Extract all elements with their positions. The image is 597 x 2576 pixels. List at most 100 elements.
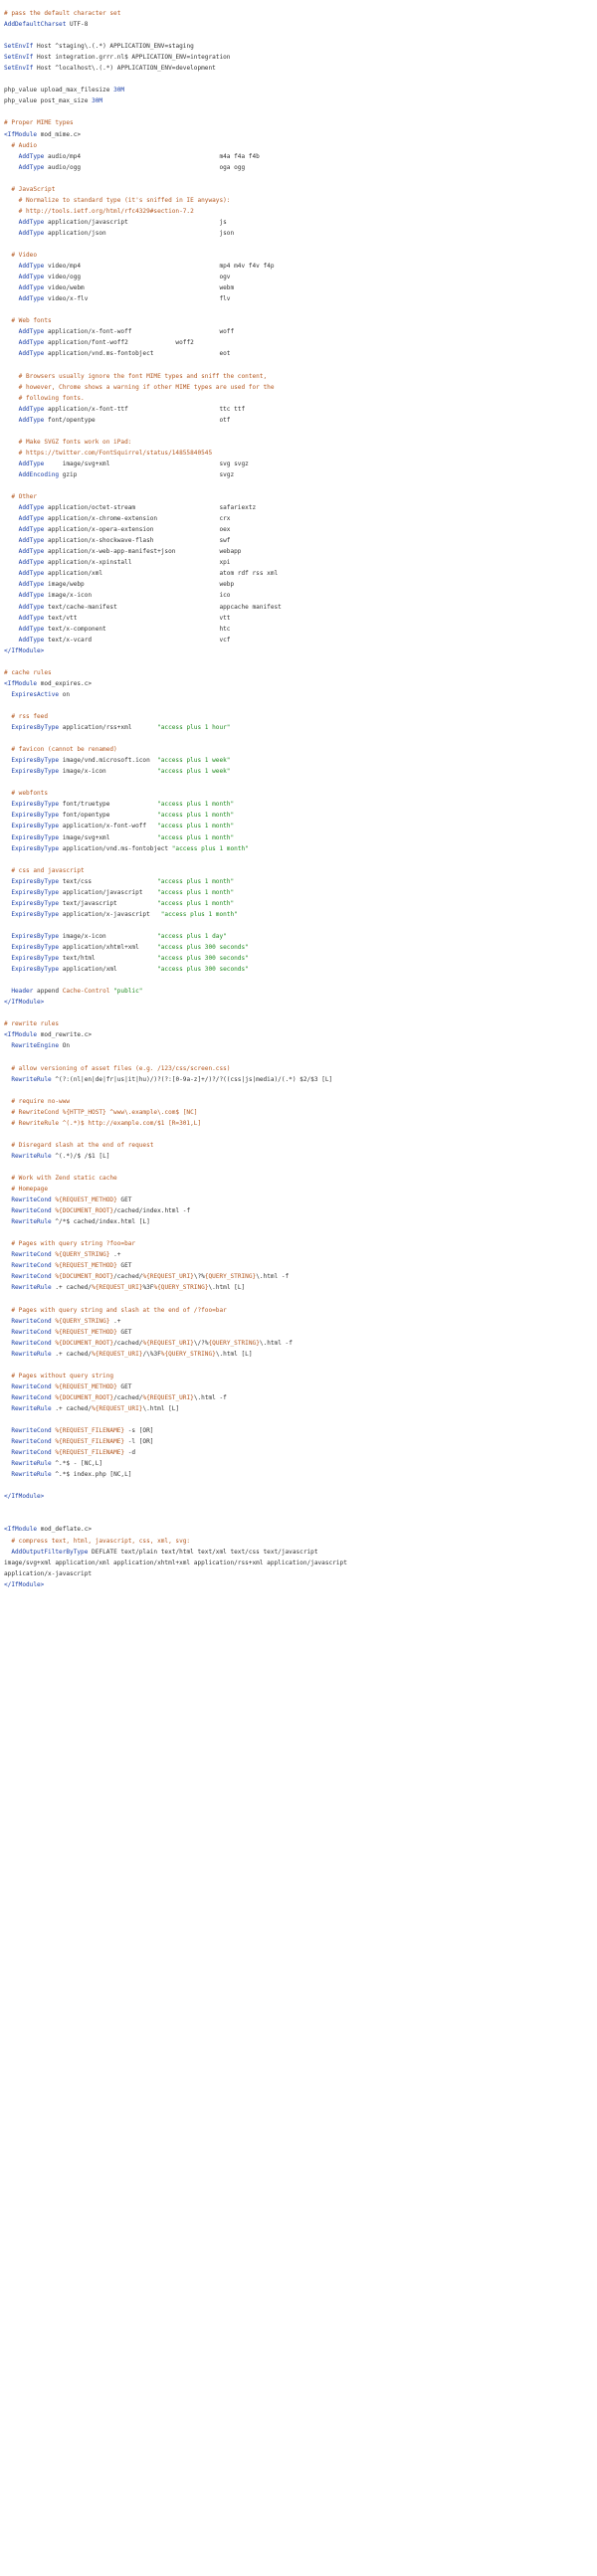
code-line: AddType text/x-component htc [4,624,597,635]
code-comment: # Homepage [4,1186,49,1194]
code-text: /cached/ [113,1339,143,1347]
code-line: AddType application/octet-stream safarie… [4,502,597,513]
code-string: "access plus 300 seconds" [157,955,249,963]
code-comment: # rss feed [4,713,49,720]
code-line: AddType application/x-opera-extension oe… [4,524,597,535]
code-line: php_value post_max_size 30M [4,95,597,106]
code-text: ^.*$ index.php [NC,L] [51,1471,132,1479]
code-keyword: AddType [4,570,45,578]
code-text: image/webp webp [44,581,235,589]
code-string: "access plus 1 month" [157,801,235,809]
code-keyword: 30M [113,87,125,94]
code-keyword: ExpiresByType [4,823,60,830]
code-text: application/x-xpinstall xpi [44,559,231,567]
code-line: RewriteCond %{DOCUMENT_ROOT}/cached/%{RE… [4,1392,597,1403]
code-text: .+ [109,1251,121,1259]
code-line: RewriteRule ^(?:(nl|en|de|fr|us|it|hu)/)… [4,1074,597,1085]
code-comment: # https://twitter.com/FontSquirrel/statu… [4,449,213,457]
code-text: GET [116,1328,132,1336]
code-line: RewriteCond %{DOCUMENT_ROOT}/cached/%{RE… [4,1338,597,1349]
code-text: application/javascript [59,888,158,896]
code-text: image/x-icon [59,932,158,940]
code-text: /cached/ [113,1393,143,1401]
code-text: On [59,1042,71,1050]
code-line: AddType video/mp4 mp4 m4v f4v f4p [4,261,597,272]
code-comment: %{REQUEST_URI} [92,1404,143,1412]
code-line: ExpiresByType font/opentype "access plus… [4,810,597,821]
code-line: ExpiresByType image/x-icon "access plus … [4,931,597,942]
code-text: \/?% [193,1339,209,1347]
code-line: # Other [4,491,597,502]
code-text: video/ogg ogv [44,274,231,281]
code-comment: # Pages with query string and slash at t… [4,1306,227,1314]
code-line: </IfModule> [4,1579,597,1590]
code-line: # Pages with query string and slash at t… [4,1305,597,1316]
code-line: # favicon (cannot be renamed) [4,744,597,755]
code-text: ^.*$ - [NC,L] [51,1460,103,1468]
code-keyword: AddType [4,603,45,611]
code-text: text/javascript [59,899,158,907]
code-string: "access plus 1 month" [157,823,235,830]
code-line: # Make SVGZ fonts work on iPad: [4,437,597,448]
code-comment: # css and javascript [4,866,85,874]
code-line: # however, Chrome shows a warning if oth… [4,382,597,393]
code-line: AddType application/font-woff2 woff2 [4,337,597,348]
code-text: .+ [109,1317,121,1325]
code-keyword: ExpiresByType [4,801,60,809]
code-text: image/vnd.microsoft.icon [59,757,158,765]
code-keyword: AddType [4,592,45,600]
code-text: /\%3F [142,1350,161,1358]
code-view: # pass the default character set AddDefau… [0,0,597,2576]
code-comment: %{REQUEST_METHOD} [55,1196,117,1204]
code-keyword: RewriteCond [4,1273,52,1281]
code-comment: %{REQUEST_METHOD} [55,1382,117,1390]
code-text: GET [116,1196,132,1204]
code-comment: %{REQUEST_FILENAME} [55,1427,125,1435]
code-line: AddType image/x-icon ico [4,590,597,601]
code-line: ExpiresByType application/rss+xml "acces… [4,722,597,733]
code-line: RewriteCond %{DOCUMENT_ROOT}/cached/inde… [4,1205,597,1216]
code-string: "access plus 1 hour" [157,724,231,732]
code-keyword: AddType [4,284,45,292]
code-line: AddOutputFilterByType DEFLATE text/plain… [4,1547,597,1558]
code-comment: %{QUERY_STRING} [160,1350,216,1358]
code-comment: # cache rules [4,668,52,676]
code-line: # Normalize to standard type (it's sniff… [4,195,597,206]
code-keyword: AddType [4,328,45,336]
code-keyword: </IfModule> [4,1580,45,1588]
code-text: application/font-woff2 woff2 [44,339,194,347]
code-comment: # rewrite rules [4,1020,60,1028]
code-text: mod_deflate.c> [37,1526,93,1534]
code-keyword: AddType [4,581,45,589]
code-line: # rss feed [4,711,597,722]
code-keyword: RewriteCond [4,1427,52,1435]
code-keyword: RewriteRule [4,1218,52,1226]
code-line: RewriteRule ^/*$ cached/index.html [L] [4,1216,597,1227]
code-keyword: RewriteRule [4,1075,52,1083]
code-text: text/cache-manifest appcache manifest [44,603,282,611]
code-comment: # Make SVGZ fonts work on iPad: [4,438,132,446]
code-keyword: ExpiresByType [4,932,60,940]
code-comment: Cache-Control [62,988,110,996]
code-text: application/x-font-ttf ttc ttf [44,405,246,413]
code-comment: %{REQUEST_FILENAME} [55,1449,125,1457]
code-text: \.html [L] [208,1284,246,1292]
code-line: RewriteCond %{REQUEST_FILENAME} -l [OR] [4,1436,597,1447]
code-text: ^(?:(nl|en|de|fr|us|it|hu)/)?(?:[0-9a-z]… [51,1075,333,1083]
code-text: text/x-component htc [44,625,231,633]
code-string: "access plus 300 seconds" [157,966,249,974]
code-text: php_value upload_max_filesize [4,87,114,94]
code-line: AddType font/opentype otf [4,415,597,426]
code-comment: # allow versioning of asset files (e.g. … [4,1064,231,1072]
code-comment: # compress text, html, javascript, css, … [4,1537,191,1545]
code-keyword: RewriteRule [4,1471,52,1479]
code-text: font/truetype [59,801,158,809]
code-text: application/x-javascript [4,1569,93,1577]
code-line: AddType text/x-vcard vcf [4,635,597,645]
code-keyword: AddType [4,416,45,424]
code-text: GET [116,1262,132,1270]
code-keyword: RewriteCond [4,1449,52,1457]
code-text: application/x-shockwave-flash swf [44,537,231,545]
